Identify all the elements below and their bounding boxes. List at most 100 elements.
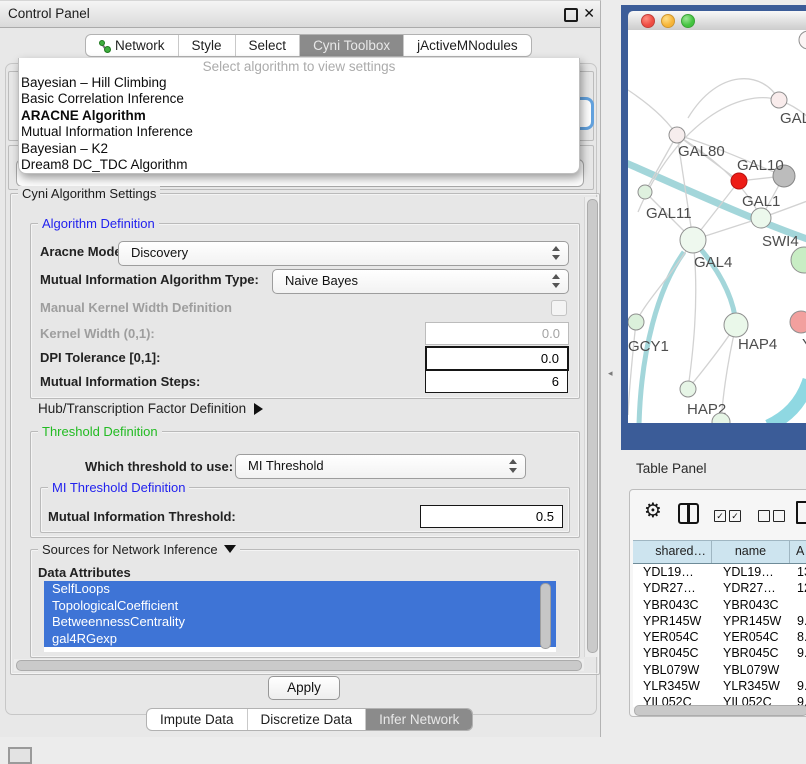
close-icon[interactable]: ✕ — [583, 5, 595, 22]
apply-button[interactable]: Apply — [268, 676, 340, 700]
spinner-icon — [508, 459, 517, 473]
table-row[interactable]: YBR043CYBR043C — [633, 597, 806, 613]
kernel-width-field[interactable]: 0.0 — [425, 322, 569, 345]
table-row[interactable]: YBR045CYBR045C9. — [633, 645, 806, 661]
unchecked-checkbox-icon[interactable] — [758, 510, 770, 522]
network-node-label: Y — [802, 336, 806, 353]
list-vertical-scrollbar[interactable] — [540, 583, 551, 649]
column-header-shared-name[interactable]: shared… — [633, 541, 712, 563]
network-node-hap4[interactable] — [724, 313, 748, 337]
network-edge[interactable] — [693, 240, 736, 325]
mi-steps-field[interactable]: 6 — [425, 370, 568, 393]
list-item-gal4rgexp[interactable]: gal4RGexp — [44, 631, 556, 648]
list-item-topologicalcoefficient[interactable]: TopologicalCoefficient — [44, 598, 556, 615]
minimize-traffic-light-icon[interactable] — [661, 14, 675, 28]
tab-discretize-data[interactable]: Discretize Data — [248, 709, 367, 730]
table-panel-card: ⚙ ✓ ✓ shared… name A YDL19…YDL19…13YDR27… — [629, 489, 806, 717]
float-window-icon[interactable] — [564, 8, 578, 22]
tab-cyni-toolbox[interactable]: Cyni Toolbox — [300, 35, 404, 56]
split-columns-icon[interactable] — [678, 503, 699, 524]
table-row[interactable]: YLR345WYLR345W9. — [633, 678, 806, 694]
network-node-label: HAP4 — [738, 336, 777, 353]
dropdown-item-mutual-information[interactable]: Mutual Information Inference — [19, 124, 579, 140]
table-row[interactable]: YER054CYER054C8. — [633, 629, 806, 645]
sources-title[interactable]: Sources for Network Inference — [38, 542, 240, 557]
column-header-name[interactable]: name — [712, 541, 790, 563]
network-icon — [99, 40, 110, 52]
dropdown-item-aracne[interactable]: ARACNE Algorithm — [19, 108, 579, 124]
gear-icon[interactable]: ⚙ — [644, 498, 662, 522]
network-edge[interactable] — [628, 90, 677, 135]
tab-select[interactable]: Select — [236, 35, 301, 56]
network-edge[interactable] — [768, 380, 806, 423]
expander-arrow-icon — [254, 403, 263, 415]
table-row[interactable]: YDR27…YDR27…12 — [633, 580, 806, 596]
close-traffic-light-icon[interactable] — [641, 14, 655, 28]
table-toolbar: ⚙ ✓ ✓ — [630, 490, 806, 538]
table-row[interactable]: YBL079WYBL079W — [633, 662, 806, 678]
network-node-gal[interactable] — [771, 92, 787, 108]
collapsed-panel-icon[interactable] — [8, 747, 32, 764]
settings-horizontal-scrollbar[interactable] — [14, 659, 584, 671]
list-item-selfloops[interactable]: SelfLoops — [44, 581, 556, 598]
data-attributes-label: Data Attributes — [38, 565, 131, 580]
network-node-label: GAL11 — [646, 205, 692, 222]
network-edge[interactable] — [636, 240, 693, 322]
column-header-partial[interactable]: A — [790, 541, 806, 563]
network-node-label: GAL4 — [694, 254, 732, 271]
table-row[interactable]: YPR145WYPR145W9. — [633, 613, 806, 629]
mi-algorithm-type-select[interactable]: Naive Bayes — [272, 269, 569, 294]
network-node[interactable] — [731, 173, 747, 189]
table-row[interactable]: YDL19…YDL19…13 — [633, 564, 806, 580]
tab-network[interactable]: Network — [86, 35, 179, 56]
network-canvas[interactable]: GALGAL80GAL10GAL1GAL11GAL4SWI4GCY1HAP4YH… — [628, 30, 806, 423]
tab-style[interactable]: Style — [179, 35, 236, 56]
dropdown-placeholder: Select algorithm to view settings — [19, 59, 579, 75]
network-node[interactable] — [799, 31, 806, 49]
network-node-gal11[interactable] — [638, 185, 652, 199]
network-node-label: GCY1 — [628, 338, 669, 355]
settings-vertical-scrollbar[interactable] — [584, 197, 598, 657]
list-item-betweennesscentrality[interactable]: BetweennessCentrality — [44, 614, 556, 631]
cyni-bottom-tabbar: Impute Data Discretize Data Infer Networ… — [146, 708, 473, 731]
network-node-gcy1[interactable] — [628, 314, 644, 330]
checked-checkbox-icon[interactable]: ✓ — [729, 510, 741, 522]
zoom-traffic-light-icon[interactable] — [681, 14, 695, 28]
document-icon[interactable] — [796, 501, 806, 524]
control-panel-title: Control Panel — [8, 6, 90, 21]
kernel-width-label: Kernel Width (0,1): — [40, 326, 155, 341]
mi-steps-label: Mutual Information Steps: — [40, 374, 200, 389]
threshold-definition-title: Threshold Definition — [38, 424, 162, 439]
hub-transcription-factor-expander[interactable]: Hub/Transcription Factor Definition — [38, 401, 263, 416]
checked-checkbox-icon[interactable]: ✓ — [714, 510, 726, 522]
dropdown-item-basic-correlation[interactable]: Basic Correlation Inference — [19, 91, 579, 107]
which-threshold-select[interactable]: MI Threshold — [235, 454, 526, 479]
pane-splitter-grip[interactable]: ◂ — [608, 368, 613, 379]
table-horizontal-scrollbar[interactable] — [634, 705, 806, 716]
table-header-row: shared… name A — [633, 540, 806, 564]
dpi-tolerance-field[interactable]: 0.0 — [425, 346, 569, 371]
tab-infer-network[interactable]: Infer Network — [366, 709, 472, 730]
tab-jactivemnodules[interactable]: jActiveMNodules — [404, 35, 531, 56]
dropdown-item-bayesian-hill-climbing[interactable]: Bayesian – Hill Climbing — [19, 75, 579, 91]
manual-kernel-checkbox[interactable] — [551, 300, 567, 316]
network-node-gal4[interactable] — [680, 227, 706, 253]
network-node-hap2[interactable] — [680, 381, 696, 397]
network-node-gal80[interactable] — [669, 127, 685, 143]
mi-threshold-field[interactable]: 0.5 — [420, 505, 563, 528]
network-window-titlebar[interactable] — [628, 11, 806, 31]
network-edge[interactable] — [688, 79, 779, 118]
network-edge[interactable] — [628, 322, 636, 415]
node-table: shared… name A YDL19…YDL19…13YDR27…YDR27… — [633, 540, 806, 707]
aracne-mode-select[interactable]: Discovery — [118, 241, 569, 266]
unchecked-checkbox-icon[interactable] — [773, 510, 785, 522]
table-body: YDL19…YDL19…13YDR27…YDR27…12YBR043CYBR04… — [633, 564, 806, 707]
dropdown-item-dream8[interactable]: Dream8 DC_TDC Algorithm — [19, 157, 579, 173]
tab-impute-data[interactable]: Impute Data — [147, 709, 248, 730]
dropdown-item-bayesian-k2[interactable]: Bayesian – K2 — [19, 141, 579, 157]
network-node-y[interactable] — [790, 311, 806, 333]
network-node-gal1[interactable] — [751, 208, 771, 228]
network-node-swi4[interactable] — [791, 247, 806, 273]
algorithm-definition-title: Algorithm Definition — [38, 216, 159, 231]
which-threshold-label: Which threshold to use: — [85, 459, 233, 474]
